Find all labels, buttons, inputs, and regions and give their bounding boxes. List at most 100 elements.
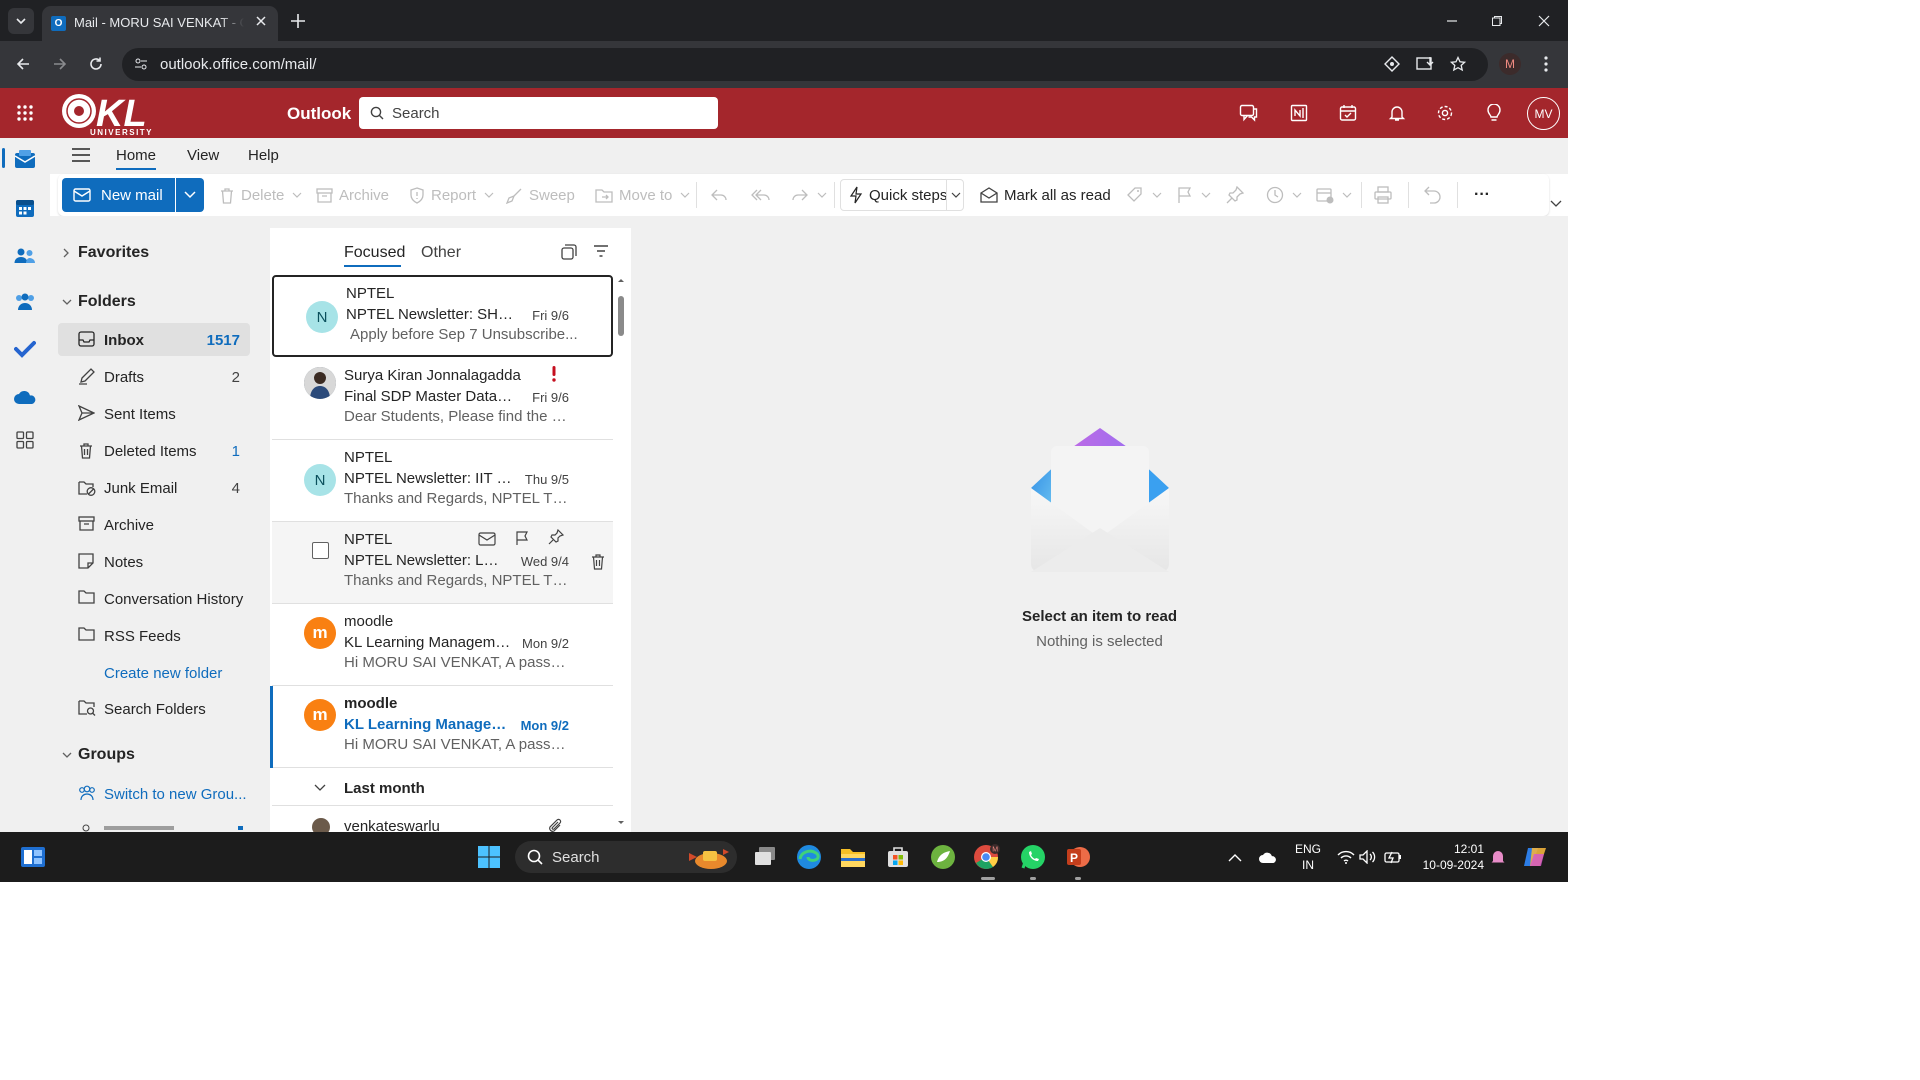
folder-archive[interactable]: Archive xyxy=(58,508,250,541)
task-view-icon[interactable] xyxy=(749,841,781,873)
my-day-icon[interactable] xyxy=(1333,98,1363,128)
folder-notes[interactable]: Notes xyxy=(58,545,250,578)
pin-icon[interactable] xyxy=(548,529,564,545)
favorites-header[interactable]: Favorites xyxy=(78,244,149,262)
onedrive-cloud-icon[interactable] xyxy=(1252,841,1284,873)
chevron-down-icon[interactable] xyxy=(62,751,72,759)
select-message-checkbox[interactable] xyxy=(312,542,329,559)
language-indicator[interactable]: ENG IN xyxy=(1290,841,1326,873)
app-title[interactable]: Outlook xyxy=(287,104,351,124)
select-all-icon[interactable] xyxy=(561,244,577,260)
forward-button[interactable] xyxy=(44,48,76,80)
report-button[interactable]: Report xyxy=(409,184,500,206)
new-mail-dropdown[interactable] xyxy=(176,178,204,212)
folder-deleted-items[interactable]: Deleted Items 1 xyxy=(58,434,250,467)
hamburger-menu-icon[interactable] xyxy=(72,148,90,162)
partial-group-item[interactable] xyxy=(78,820,248,832)
bookmark-star-icon[interactable] xyxy=(1442,48,1474,80)
ribbon-expand-icon[interactable] xyxy=(1550,200,1562,208)
folder-junk-email[interactable]: Junk Email 4 xyxy=(58,471,250,504)
message-row-partial[interactable]: venkateswarlu xyxy=(272,810,613,832)
forward-mail-button[interactable] xyxy=(791,184,833,206)
notifications-bell-icon[interactable] xyxy=(1382,98,1412,128)
message-row[interactable]: NPTEL NPTEL Newsletter: Lear... Wed 9/4 … xyxy=(272,522,613,604)
file-explorer-icon[interactable] xyxy=(837,841,869,873)
switch-to-new-groups-link[interactable]: Switch to new Grou... xyxy=(58,777,250,810)
folders-header[interactable]: Folders xyxy=(78,293,136,311)
groups-header[interactable]: Groups xyxy=(78,746,135,764)
mail-app-icon[interactable] xyxy=(12,146,38,172)
start-windows-icon[interactable] xyxy=(473,841,505,873)
tab-focused[interactable]: Focused xyxy=(344,244,405,262)
app-launcher-icon[interactable] xyxy=(10,98,40,128)
kl-university-logo[interactable]: KL UNIVERSITY xyxy=(60,90,175,136)
group-header-last-month[interactable]: Last month xyxy=(272,768,613,806)
mark-all-read-button[interactable]: Mark all as read xyxy=(980,184,1111,206)
pin-button[interactable] xyxy=(1226,184,1250,206)
user-avatar[interactable]: MV xyxy=(1527,97,1560,130)
policy-button[interactable] xyxy=(1316,184,1358,206)
chevron-down-icon[interactable] xyxy=(62,298,72,306)
sweep-button[interactable]: Sweep xyxy=(506,184,575,206)
message-row[interactable]: m moodle KL Learning Managem... Mon 9/2 … xyxy=(270,686,613,768)
todo-app-icon[interactable] xyxy=(12,336,38,362)
powerpoint-icon[interactable]: P xyxy=(1062,841,1094,873)
chevron-right-icon[interactable] xyxy=(62,248,70,258)
back-button[interactable] xyxy=(7,48,39,80)
teams-chat-icon[interactable] xyxy=(1234,98,1264,128)
close-tab-icon[interactable] xyxy=(254,14,268,28)
archive-button[interactable]: Archive xyxy=(316,184,389,206)
chrome-browser-icon[interactable]: M xyxy=(971,841,1003,873)
print-button[interactable] xyxy=(1374,184,1398,206)
create-new-folder-link[interactable]: Create new folder xyxy=(58,656,250,689)
folder-drafts[interactable]: Drafts 2 xyxy=(58,360,250,393)
battery-charging-icon[interactable] xyxy=(1378,841,1410,873)
search-box[interactable]: Search xyxy=(359,97,718,129)
address-bar[interactable]: outlook.office.com/mail/ xyxy=(122,48,1488,81)
widgets-icon[interactable] xyxy=(17,841,49,873)
tab-home[interactable]: Home xyxy=(116,147,157,170)
minimize-button[interactable] xyxy=(1428,0,1476,41)
reply-all-button[interactable] xyxy=(751,184,777,206)
delete-trash-icon[interactable] xyxy=(590,553,606,570)
new-mail-button[interactable]: New mail xyxy=(62,178,175,212)
notification-bell-icon[interactable] xyxy=(1482,841,1514,873)
undo-button[interactable] xyxy=(1424,184,1448,206)
browser-menu-icon[interactable] xyxy=(1530,48,1562,80)
folder-sent-items[interactable]: Sent Items xyxy=(58,397,250,430)
filter-icon[interactable] xyxy=(593,244,609,258)
extension-icon[interactable] xyxy=(1376,48,1408,80)
close-window-button[interactable] xyxy=(1520,0,1568,41)
tab-view[interactable]: View xyxy=(187,147,219,164)
folder-search-folders[interactable]: Search Folders xyxy=(58,692,250,725)
tips-lightbulb-icon[interactable] xyxy=(1479,98,1509,128)
categorize-button[interactable] xyxy=(1126,184,1168,206)
quick-steps-dropdown-icon[interactable] xyxy=(946,180,964,210)
people-app-icon[interactable] xyxy=(12,243,38,269)
onedrive-app-icon[interactable] xyxy=(12,384,38,410)
delete-button[interactable]: Delete xyxy=(219,184,308,206)
clock-area[interactable]: 12:01 10-09-2024 xyxy=(1412,841,1484,873)
snooze-button[interactable] xyxy=(1266,184,1308,206)
spring-tools-icon[interactable] xyxy=(927,841,959,873)
browser-tab-outlook[interactable]: O Mail - MORU SAI VENKAT - Outlook xyxy=(42,6,278,41)
install-app-icon[interactable] xyxy=(1409,48,1441,80)
taskbar-search-box[interactable]: Search xyxy=(515,841,737,873)
tab-other[interactable]: Other xyxy=(421,244,461,262)
move-to-button[interactable]: Move to xyxy=(595,184,696,206)
tab-search-button[interactable] xyxy=(8,8,34,34)
flag-icon[interactable] xyxy=(515,530,529,546)
message-row[interactable]: m moodle KL Learning Manageme... Mon 9/2… xyxy=(272,604,613,686)
scrollbar-thumb[interactable] xyxy=(618,296,624,336)
microsoft-store-icon[interactable] xyxy=(882,841,914,873)
show-hidden-icons-chevron-icon[interactable] xyxy=(1219,841,1251,873)
message-row[interactable]: N NPTEL NPTEL Newsletter: IIT M... Thu 9… xyxy=(272,440,613,522)
browser-profile-avatar[interactable]: M xyxy=(1499,53,1521,75)
reload-button[interactable] xyxy=(80,48,112,80)
quick-steps-button[interactable]: Quick steps xyxy=(840,179,964,211)
calendar-app-icon[interactable] xyxy=(12,195,38,221)
tab-help[interactable]: Help xyxy=(248,147,279,164)
message-row[interactable]: N NPTEL NPTEL Newsletter: SHAA... Fri 9/… xyxy=(272,275,613,357)
flag-button[interactable] xyxy=(1177,184,1217,206)
message-list-scrollbar[interactable] xyxy=(615,276,627,832)
